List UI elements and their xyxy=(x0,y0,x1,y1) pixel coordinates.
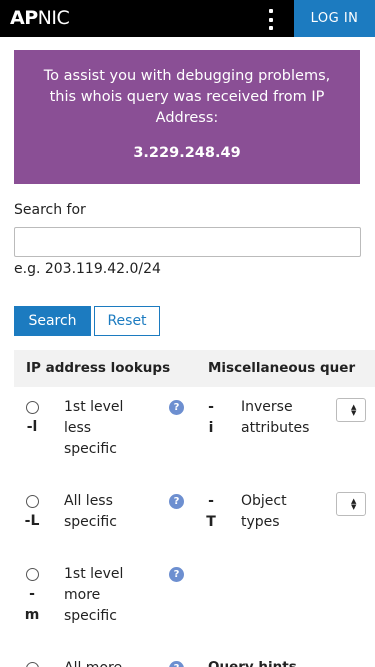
notice-message: To assist you with debugging problems, t… xyxy=(43,68,331,126)
flag-L: -L xyxy=(22,511,42,532)
radio-all-less-specific[interactable] xyxy=(26,495,39,508)
option-label-line: attributes xyxy=(241,420,310,436)
option-label-line: less xyxy=(64,420,92,436)
option-label-line: All more xyxy=(64,658,122,667)
option-label-line: specific xyxy=(64,514,117,530)
logo-regular-text: NIC xyxy=(37,7,70,29)
option-label-line: specific xyxy=(64,608,117,624)
help-icon[interactable]: ? xyxy=(169,661,184,667)
flag-dash-T: - xyxy=(208,493,214,509)
option-label-line: All less xyxy=(64,493,113,509)
reset-button[interactable]: Reset xyxy=(94,306,160,336)
search-button[interactable]: Search xyxy=(14,306,91,336)
search-example: e.g. 203.119.42.0/24 xyxy=(14,261,161,277)
help-icon[interactable]: ? xyxy=(169,494,184,509)
inverse-attributes-select[interactable]: ▲ ▼ xyxy=(336,398,366,422)
search-input[interactable] xyxy=(14,227,361,257)
kebab-dot xyxy=(269,17,273,22)
flag-dash-i: - xyxy=(208,399,214,415)
query-hints-heading: Query hints xyxy=(208,659,297,667)
kebab-dot xyxy=(269,9,273,13)
search-label: Search for xyxy=(14,202,86,218)
option-label-object-types: Object types xyxy=(241,491,287,533)
flag-letter-i: i xyxy=(208,420,214,436)
apnic-logo[interactable]: APNIC xyxy=(10,7,70,29)
kebab-dot xyxy=(269,26,273,30)
option-label-all-less-specific: All less specific xyxy=(64,491,117,533)
option-label-inverse-attributes: Inverse attributes xyxy=(241,397,309,439)
option-label-line: 1st level xyxy=(64,566,124,582)
help-icon[interactable]: ? xyxy=(169,567,184,582)
option-label-more-specific: 1st level more specific xyxy=(64,564,123,627)
option-label-less-specific: 1st level less specific xyxy=(64,397,123,460)
help-icon[interactable]: ? xyxy=(169,400,184,415)
option-label-line: 1st level xyxy=(64,399,124,415)
table-header-row: IP address lookups Miscellaneous quer xyxy=(14,350,375,387)
radio-all-more-specific[interactable] xyxy=(26,662,39,667)
option-label-line: Inverse xyxy=(241,399,293,415)
option-label-line: specific xyxy=(64,441,117,457)
top-bar: APNIC LOG IN xyxy=(0,0,375,37)
kebab-menu-icon[interactable] xyxy=(262,9,280,30)
option-label-line: more xyxy=(64,587,101,603)
option-label-line: Object xyxy=(241,493,287,509)
flag-letter: L xyxy=(30,513,40,529)
object-types-select[interactable]: ▲ ▼ xyxy=(336,492,366,516)
flag-letter: l xyxy=(32,419,38,435)
option-label-line: types xyxy=(241,514,280,530)
flag-dash-m: - xyxy=(29,586,35,602)
logo-bold-text: AP xyxy=(10,7,38,29)
radio-more-specific[interactable] xyxy=(26,568,39,581)
column-header-ip-lookups: IP address lookups xyxy=(26,360,171,376)
query-options-table: IP address lookups Miscellaneous quer -l… xyxy=(14,350,375,667)
debug-notice: To assist you with debugging problems, t… xyxy=(14,50,360,184)
login-button[interactable]: LOG IN xyxy=(294,0,375,37)
radio-less-specific[interactable] xyxy=(26,401,39,414)
column-header-misc-queries: Miscellaneous quer xyxy=(208,360,356,376)
flag-l: -l xyxy=(22,417,42,438)
flag-letter-T: T xyxy=(206,514,216,530)
notice-ip-address: 3.229.248.49 xyxy=(133,145,241,161)
flag-letter-m: m xyxy=(24,607,40,623)
option-label-all-more-specific: All more xyxy=(64,658,122,667)
